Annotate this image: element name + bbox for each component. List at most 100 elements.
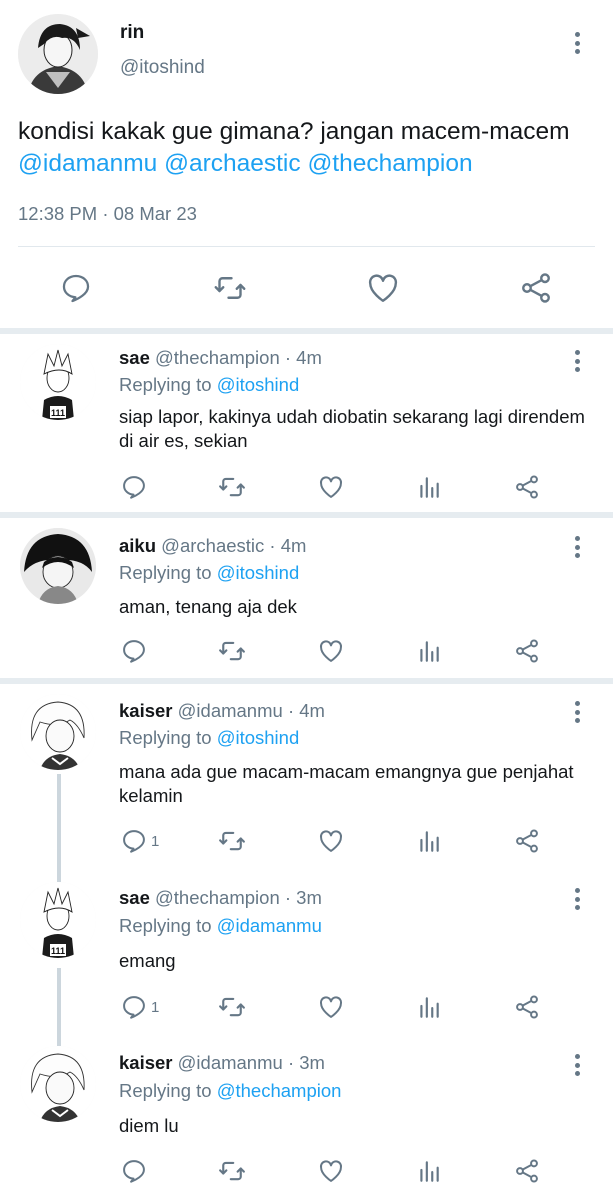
avatar[interactable] bbox=[20, 528, 96, 604]
avatar[interactable]: 111 bbox=[20, 344, 96, 420]
more-options-icon[interactable] bbox=[570, 886, 584, 912]
retweet-icon[interactable] bbox=[217, 1156, 247, 1186]
svg-text:111: 111 bbox=[51, 408, 65, 418]
reply-header: kaiser @idamanmu · 4m bbox=[119, 700, 325, 722]
author-name[interactable]: kaiser bbox=[119, 1052, 173, 1073]
analytics-icon[interactable] bbox=[416, 826, 442, 856]
reply-count: 1 bbox=[151, 998, 160, 1016]
reply-time: · 3m bbox=[287, 1052, 325, 1073]
share-icon[interactable] bbox=[513, 826, 541, 856]
reply-header: sae @thechampion · 4m bbox=[119, 347, 322, 369]
mention-link[interactable]: @thechampion bbox=[217, 1080, 342, 1101]
replying-label: Replying to bbox=[119, 374, 212, 395]
share-icon[interactable] bbox=[513, 472, 541, 502]
reply-time: · 4m bbox=[284, 347, 322, 368]
share-icon[interactable] bbox=[518, 270, 554, 306]
retweet-icon[interactable] bbox=[212, 270, 248, 306]
replying-to: Replying to @itoshind bbox=[119, 727, 299, 749]
reply-tweet: 111 sae @thechampion · 4m Replying to @i… bbox=[0, 334, 613, 512]
reply-text: siap lapor, kakinya udah diobatin sekara… bbox=[119, 406, 585, 451]
reply-icon[interactable]: 1 bbox=[120, 992, 159, 1022]
mention-link[interactable]: @idamanmu bbox=[217, 915, 322, 936]
retweet-icon[interactable] bbox=[217, 992, 247, 1022]
reply-tweet: 111 sae @thechampion · 3m Replying to @i… bbox=[0, 870, 613, 1038]
reply-header: aiku @archaestic · 4m bbox=[119, 535, 306, 557]
tweet-text-body: kondisi kakak gue gimana? jangan macem-m… bbox=[18, 118, 570, 145]
reply-tweet: aiku @archaestic · 4m Replying to @itosh… bbox=[0, 518, 613, 678]
author-name[interactable]: sae bbox=[119, 887, 150, 908]
retweet-icon[interactable] bbox=[217, 472, 247, 502]
retweet-icon[interactable] bbox=[217, 826, 247, 856]
author-handle[interactable]: @idamanmu bbox=[178, 700, 283, 721]
reply-time: · 4m bbox=[269, 535, 307, 556]
mention-link[interactable]: @thechampion bbox=[307, 150, 472, 177]
analytics-icon[interactable] bbox=[416, 636, 442, 666]
analytics-icon[interactable] bbox=[416, 992, 442, 1022]
author-handle[interactable]: @itoshind bbox=[120, 57, 205, 79]
reply-time: · 3m bbox=[284, 887, 322, 908]
replying-label: Replying to bbox=[119, 915, 212, 936]
more-options-icon[interactable] bbox=[570, 534, 584, 560]
reply-icon[interactable] bbox=[120, 472, 151, 502]
reply-text: aman, tenang aja dek bbox=[119, 596, 297, 617]
author-handle[interactable]: @thechampion bbox=[155, 347, 280, 368]
reply-icon[interactable]: 1 bbox=[120, 826, 159, 856]
author-name[interactable]: aiku bbox=[119, 535, 156, 556]
reply-text: diem lu bbox=[119, 1115, 179, 1136]
share-icon[interactable] bbox=[513, 992, 541, 1022]
separator bbox=[18, 246, 595, 247]
reply-count: 1 bbox=[151, 832, 160, 850]
like-icon[interactable] bbox=[317, 826, 345, 856]
reply-tweet: kaiser @idamanmu · 4m Replying to @itosh… bbox=[0, 684, 613, 870]
avatar[interactable] bbox=[20, 1046, 96, 1122]
author-handle[interactable]: @archaestic bbox=[161, 535, 264, 556]
replying-to: Replying to @thechampion bbox=[119, 1080, 341, 1102]
svg-text:111: 111 bbox=[51, 946, 65, 956]
like-icon[interactable] bbox=[317, 1156, 345, 1186]
replying-label: Replying to bbox=[119, 562, 212, 583]
reply-text: emang bbox=[119, 950, 176, 971]
reply-time: · 4m bbox=[287, 700, 325, 721]
author-name[interactable]: kaiser bbox=[119, 700, 173, 721]
share-icon[interactable] bbox=[513, 636, 541, 666]
like-icon[interactable] bbox=[317, 472, 345, 502]
avatar[interactable] bbox=[18, 14, 98, 94]
reply-tweet: kaiser @idamanmu · 3m Replying to @thech… bbox=[0, 1038, 613, 1200]
retweet-icon[interactable] bbox=[217, 636, 247, 666]
share-icon[interactable] bbox=[513, 1156, 541, 1186]
author-name[interactable]: sae bbox=[119, 347, 150, 368]
reply-icon[interactable] bbox=[58, 270, 94, 306]
author-handle[interactable]: @thechampion bbox=[155, 887, 280, 908]
mention-link[interactable]: @archaestic bbox=[164, 150, 301, 177]
reply-text: mana ada gue macam-macam emangnya gue pe… bbox=[119, 761, 574, 806]
like-icon[interactable] bbox=[317, 636, 345, 666]
avatar[interactable] bbox=[20, 694, 96, 770]
like-icon[interactable] bbox=[365, 270, 401, 306]
mention-link[interactable]: @itoshind bbox=[217, 727, 300, 748]
more-options-icon[interactable] bbox=[570, 699, 584, 725]
avatar[interactable]: 111 bbox=[20, 882, 96, 958]
author-handle[interactable]: @idamanmu bbox=[178, 1052, 283, 1073]
replying-to: Replying to @itoshind bbox=[119, 562, 299, 584]
analytics-icon[interactable] bbox=[416, 472, 442, 502]
tweet-text: kondisi kakak gue gimana? jangan macem-m… bbox=[18, 116, 608, 180]
replying-label: Replying to bbox=[119, 1080, 212, 1101]
author-name[interactable]: rin bbox=[120, 22, 144, 44]
reply-header: kaiser @idamanmu · 3m bbox=[119, 1052, 325, 1074]
like-icon[interactable] bbox=[317, 992, 345, 1022]
mention-link[interactable]: @itoshind bbox=[217, 562, 300, 583]
more-options-icon[interactable] bbox=[570, 348, 584, 374]
more-options-icon[interactable] bbox=[570, 30, 584, 56]
replying-to: Replying to @idamanmu bbox=[119, 915, 322, 937]
replying-label: Replying to bbox=[119, 727, 212, 748]
reply-icon[interactable] bbox=[120, 1156, 151, 1186]
replying-to: Replying to @itoshind bbox=[119, 374, 299, 396]
reply-icon[interactable] bbox=[120, 636, 151, 666]
tweet-timestamp: 12:38 PM · 08 Mar 23 bbox=[18, 203, 197, 224]
more-options-icon[interactable] bbox=[570, 1052, 584, 1078]
mention-link[interactable]: @idamanmu bbox=[18, 150, 157, 177]
reply-header: sae @thechampion · 3m bbox=[119, 887, 322, 909]
main-tweet: rin @itoshind kondisi kakak gue gimana? … bbox=[0, 0, 613, 330]
mention-link[interactable]: @itoshind bbox=[217, 374, 300, 395]
analytics-icon[interactable] bbox=[416, 1156, 442, 1186]
